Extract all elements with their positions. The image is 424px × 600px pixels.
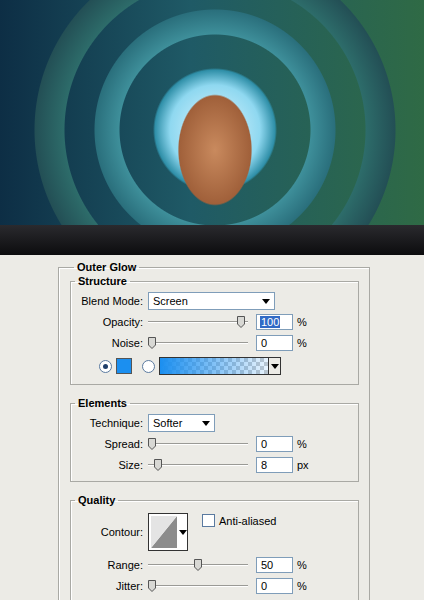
dropdown-arrow-icon <box>271 364 279 369</box>
slider-row: Spread: 0% <box>71 434 352 454</box>
slider[interactable] <box>148 458 248 472</box>
value-field[interactable]: 100 <box>256 314 293 330</box>
section-title: Elements <box>75 397 130 409</box>
value-field[interactable]: 0 <box>256 578 293 594</box>
slider-track <box>148 342 248 344</box>
dropdown[interactable]: Softer <box>148 414 215 432</box>
turntables <box>0 225 424 255</box>
slider-row: Noise: 0% <box>71 333 352 353</box>
value-text: 0 <box>260 438 268 450</box>
unit-label: % <box>297 316 307 328</box>
fill-radio[interactable] <box>99 360 112 373</box>
slider-track <box>148 443 248 445</box>
anti-aliased-checkbox[interactable]: Anti-aliased <box>202 514 276 527</box>
checkbox-box[interactable] <box>202 514 215 527</box>
group-title: Outer Glow <box>74 261 139 273</box>
section-group: StructureBlend Mode:ScreenOpacity:100%No… <box>70 275 359 385</box>
slider-row: Size: 8 px <box>71 455 352 475</box>
slider[interactable] <box>148 558 248 572</box>
dropdown-arrow-icon <box>202 421 210 426</box>
dj-photo <box>0 0 424 255</box>
value-field[interactable]: 0 <box>256 436 293 452</box>
gradient-dropdown-button[interactable] <box>268 358 280 374</box>
slider[interactable] <box>148 437 248 451</box>
page: Outer GlowStructureBlend Mode:ScreenOpac… <box>0 0 424 600</box>
slider-row: Jitter: 0% <box>71 576 352 596</box>
select-row: Technique:Softer <box>71 413 352 433</box>
row-label: Jitter: <box>71 580 148 592</box>
value-text: 0 <box>260 580 268 592</box>
row-label: Range: <box>71 559 148 571</box>
contour-picker[interactable] <box>148 513 188 551</box>
slider-thumb-icon[interactable] <box>148 337 156 349</box>
layer-style-panel: Outer GlowStructureBlend Mode:ScreenOpac… <box>0 255 424 600</box>
slider[interactable] <box>148 336 248 350</box>
select-row: Blend Mode:Screen <box>71 291 352 311</box>
slider-row: Opacity: 100% <box>71 312 352 332</box>
section-group: QualityContour:Anti-aliasedRange:50%Jitt… <box>70 494 359 600</box>
row-label: Opacity: <box>71 316 148 328</box>
row-label: Blend Mode: <box>71 295 148 307</box>
value-field[interactable]: 50 <box>256 557 293 573</box>
slider-track <box>148 464 248 466</box>
row-label: Spread: <box>71 438 148 450</box>
color-swatch[interactable] <box>116 358 132 374</box>
slider-thumb-icon[interactable] <box>237 316 245 328</box>
contour-row: Contour: Anti-aliased <box>71 510 352 554</box>
slider-thumb-icon[interactable] <box>154 459 162 471</box>
row-label: Contour: <box>71 526 148 538</box>
slider-track <box>148 321 248 323</box>
fill-radio[interactable] <box>142 360 155 373</box>
value-text: 0 <box>260 337 268 349</box>
gradient-picker[interactable] <box>159 357 281 375</box>
dropdown[interactable]: Screen <box>148 292 275 310</box>
row-label: Size: <box>71 459 148 471</box>
value-text: 8 <box>260 459 268 471</box>
value-field[interactable]: 0 <box>256 335 293 351</box>
dropdown-arrow-icon <box>262 299 270 304</box>
unit-label: % <box>297 438 307 450</box>
value-text: 100 <box>260 316 280 328</box>
value-field[interactable]: 8 <box>256 457 293 473</box>
fill-row <box>71 354 352 378</box>
slider[interactable] <box>148 579 248 593</box>
section-title: Structure <box>75 275 130 287</box>
slider[interactable] <box>148 315 248 329</box>
dropdown-arrow-icon <box>179 530 187 535</box>
unit-label: % <box>297 337 307 349</box>
outer-glow-group: Outer GlowStructureBlend Mode:ScreenOpac… <box>58 261 370 600</box>
contour-curve-icon <box>149 514 179 550</box>
row-label: Noise: <box>71 337 148 349</box>
row-label: Technique: <box>71 417 148 429</box>
slider-track <box>148 585 248 587</box>
slider-row: Range: 50% <box>71 555 352 575</box>
slider-thumb-icon[interactable] <box>148 438 156 450</box>
unit-label: % <box>297 580 307 592</box>
unit-label: px <box>297 459 309 471</box>
unit-label: % <box>297 559 307 571</box>
slider-thumb-icon[interactable] <box>194 559 202 571</box>
slider-thumb-icon[interactable] <box>148 580 156 592</box>
value-text: 50 <box>260 559 274 571</box>
section-title: Quality <box>75 494 118 506</box>
section-group: ElementsTechnique:SofterSpread:0%Size:8p… <box>70 397 359 482</box>
